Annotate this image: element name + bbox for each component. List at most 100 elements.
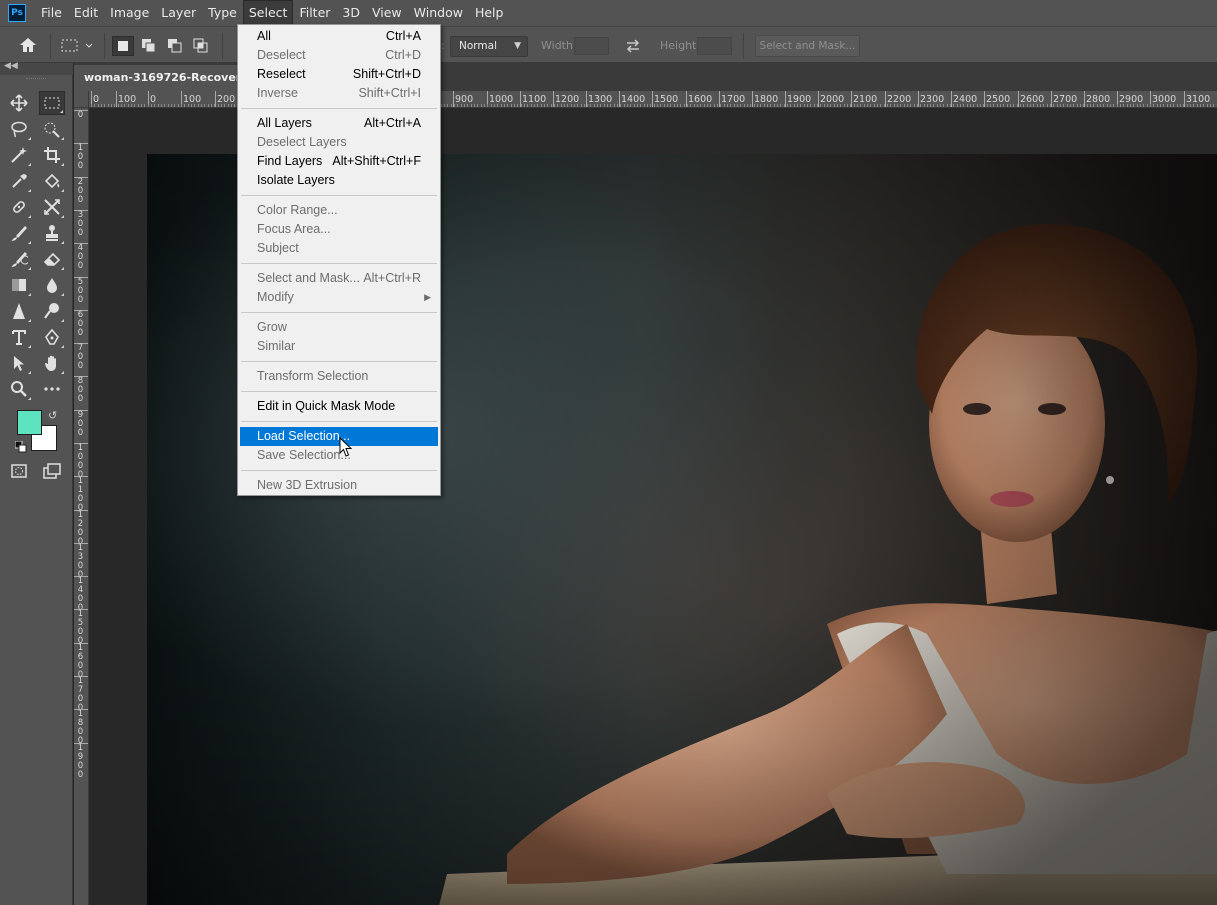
ruler-minor-tick [194, 104, 195, 107]
height-field[interactable] [697, 37, 732, 55]
new-selection-icon[interactable] [112, 36, 134, 56]
path-selection-tool[interactable] [6, 351, 32, 375]
menu-item-modify[interactable]: Modify ▶ [240, 288, 438, 307]
double-chevron-left-icon[interactable]: ◀◀ [4, 61, 18, 71]
ruler-minor-tick [1033, 104, 1034, 107]
pen-tool[interactable] [39, 325, 65, 349]
panel-grip[interactable] [26, 78, 46, 80]
tool-flyout-indicator [61, 137, 64, 140]
ruler-minor-tick [541, 104, 542, 107]
paint-bucket-tool[interactable] [39, 169, 65, 193]
brush-tool[interactable] [6, 221, 32, 245]
foreground-color-swatch[interactable] [17, 410, 42, 435]
intersect-selection-icon[interactable] [190, 36, 212, 56]
zoom-tool[interactable] [6, 377, 32, 401]
menu-edit[interactable]: Edit [68, 0, 104, 26]
ruler-minor-tick [917, 104, 918, 107]
tool-preset-picker[interactable] [58, 37, 98, 55]
menu-item-label: Reselect [257, 67, 306, 81]
ruler-minor-tick [1070, 104, 1071, 107]
menu-item-similar[interactable]: Similar [240, 337, 438, 356]
ruler-minor-tick [797, 104, 798, 107]
menu-window[interactable]: Window [408, 0, 469, 26]
ruler-minor-tick [474, 104, 475, 107]
ruler-minor-tick [1170, 104, 1171, 107]
content-aware-move-tool[interactable] [39, 195, 65, 219]
menu-item-grow[interactable]: Grow [240, 318, 438, 337]
ruler-minor-tick [128, 104, 129, 107]
home-icon[interactable] [18, 36, 38, 54]
ruler-minor-tick [514, 104, 515, 107]
menu-item-all-layers[interactable]: All Layers Alt+Ctrl+A [240, 114, 438, 133]
menu-view[interactable]: View [366, 0, 408, 26]
menu-item-new-3d-extrusion[interactable]: New 3D Extrusion [240, 476, 438, 495]
menu-3d[interactable]: 3D [336, 0, 366, 26]
swap-width-height-icon[interactable] [624, 38, 642, 54]
ruler-minor-tick [767, 104, 768, 107]
menu-item-focus-area[interactable]: Focus Area... [240, 220, 438, 239]
sharpen-tool[interactable] [6, 299, 32, 323]
menu-file[interactable]: File [35, 0, 68, 26]
menu-filter[interactable]: Filter [293, 0, 336, 26]
ruler-minor-tick [204, 104, 205, 107]
menu-item-shortcut: Alt+Ctrl+A [364, 116, 421, 130]
default-colors-icon[interactable] [14, 440, 27, 453]
menu-item-color-range[interactable]: Color Range... [240, 201, 438, 220]
menu-item-label: Select and Mask... [257, 271, 360, 285]
style-dropdown[interactable]: Normal ▼ [450, 36, 528, 57]
menu-item-all[interactable]: All Ctrl+A [240, 27, 438, 46]
select-and-mask-button[interactable]: Select and Mask... [755, 35, 860, 57]
menu-item-subject[interactable]: Subject [240, 239, 438, 258]
quick-mask-mode[interactable] [6, 459, 32, 483]
menu-item-reselect[interactable]: Reselect Shift+Ctrl+D [240, 65, 438, 84]
blur-tool[interactable] [39, 273, 65, 297]
ruler-minor-tick [1077, 104, 1078, 107]
gradient-tool[interactable] [6, 273, 32, 297]
dodge-tool[interactable] [39, 299, 65, 323]
edit-toolbar[interactable] [39, 377, 65, 401]
move-tool[interactable] [6, 91, 32, 115]
divider [222, 33, 223, 59]
quick-selection-tool[interactable] [39, 117, 65, 141]
type-tool[interactable] [6, 325, 32, 349]
menu-select[interactable]: Select [242, 0, 294, 26]
menu-item-isolate-layers[interactable]: Isolate Layers [240, 171, 438, 190]
menu-image[interactable]: Image [104, 0, 155, 26]
history-brush-tool[interactable] [6, 247, 32, 271]
width-field[interactable] [574, 37, 609, 55]
spot-healing-tool[interactable] [6, 195, 32, 219]
lasso-tool[interactable] [6, 117, 32, 141]
clone-stamp-tool[interactable] [39, 221, 65, 245]
swap-colors-icon[interactable]: ↺ [48, 409, 57, 422]
chevron-down-icon: ▼ [514, 41, 521, 51]
ruler-minor-tick [897, 104, 898, 107]
menu-item-select-and-mask[interactable]: Select and Mask... Alt+Ctrl+R [240, 269, 438, 288]
menu-layer[interactable]: Layer [155, 0, 202, 26]
menu-item-edit-in-quick-mask-mode[interactable]: Edit in Quick Mask Mode [240, 397, 438, 416]
hand-tool[interactable] [39, 351, 65, 375]
ruler-origin[interactable] [74, 91, 89, 108]
menu-item-deselect-layers[interactable]: Deselect Layers [240, 133, 438, 152]
eyedropper-tool[interactable] [6, 169, 32, 193]
magic-wand-tool[interactable] [6, 143, 32, 167]
menu-help[interactable]: Help [469, 0, 510, 26]
rect-marquee-tool[interactable] [39, 91, 65, 115]
menu-item-find-layers[interactable]: Find Layers Alt+Shift+Ctrl+F [240, 152, 438, 171]
subtract-from-selection-icon[interactable] [164, 36, 186, 56]
crop-tool[interactable] [39, 143, 65, 167]
menu-item-deselect[interactable]: Deselect Ctrl+D [240, 46, 438, 65]
menu-item-transform-selection[interactable]: Transform Selection [240, 367, 438, 386]
screen-mode[interactable] [39, 459, 65, 483]
ruler-minor-tick [1053, 104, 1054, 107]
menu-type[interactable]: Type [202, 0, 243, 26]
vertical-ruler[interactable]: 0 1 0 0 2 0 0 3 0 0 4 0 0 5 0 0 6 0 0 7 0 0 8 0 … [74, 108, 89, 905]
ruler-minor-tick [760, 104, 761, 107]
add-to-selection-icon[interactable] [138, 36, 160, 56]
ruler-minor-tick [1003, 104, 1004, 107]
document-tab[interactable]: woman-3169726-Recovered.jp [74, 65, 244, 91]
eraser-tool[interactable] [39, 247, 65, 271]
ruler-minor-tick [94, 104, 95, 107]
menu-item-inverse[interactable]: Inverse Shift+Ctrl+I [240, 84, 438, 103]
ruler-minor-tick [947, 104, 948, 107]
ruler-tick [215, 91, 216, 107]
